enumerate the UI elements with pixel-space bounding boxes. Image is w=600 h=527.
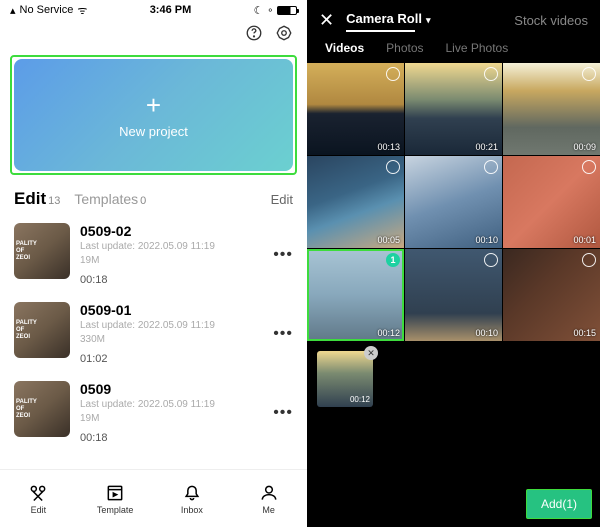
project-size: 19M — [80, 412, 273, 426]
project-item[interactable]: 0509-02 Last update: 2022.05.09 11:19 19… — [0, 215, 307, 294]
help-icon[interactable] — [245, 24, 263, 47]
tab-photos[interactable]: Photos — [386, 41, 423, 55]
nav-inbox[interactable]: Inbox — [154, 470, 231, 527]
media-cell[interactable]: 00:13 — [307, 63, 404, 155]
media-cell[interactable]: 00:05 — [307, 156, 404, 248]
source-dropdown[interactable]: Camera Roll▾ — [346, 11, 430, 30]
carrier-text: No Service — [20, 4, 74, 16]
project-title: 0509 — [80, 381, 273, 397]
plus-icon: + — [146, 92, 161, 118]
project-updated: Last update: 2022.05.09 11:19 — [80, 398, 273, 412]
nav-template[interactable]: Template — [77, 470, 154, 527]
projects-list[interactable]: 0509-02 Last update: 2022.05.09 11:19 19… — [0, 215, 307, 469]
clock: 3:46 PM — [150, 4, 192, 16]
project-thumbnail — [14, 381, 70, 437]
media-cell[interactable]: 100:12 — [307, 249, 404, 341]
media-cell[interactable]: 00:21 — [405, 63, 502, 155]
remove-icon[interactable]: ✕ — [364, 346, 378, 360]
more-icon[interactable]: ••• — [273, 246, 293, 264]
more-icon[interactable]: ••• — [273, 325, 293, 343]
edit-projects-button[interactable]: Edit — [271, 192, 293, 207]
project-item[interactable]: 0509 Last update: 2022.05.09 11:19 19M 0… — [0, 373, 307, 452]
tab-videos[interactable]: Videos — [325, 41, 364, 55]
wifi-icon: ᯤ — [77, 3, 87, 18]
media-cell[interactable]: 00:10 — [405, 249, 502, 341]
project-updated: Last update: 2022.05.09 11:19 — [80, 240, 273, 254]
media-cell[interactable]: 00:15 — [503, 249, 600, 341]
chevron-down-icon: ▾ — [426, 15, 431, 25]
select-ring-icon[interactable] — [484, 253, 498, 267]
media-grid[interactable]: 00:13 00:21 00:09 00:05 00:10 00:01 100:… — [307, 63, 600, 341]
project-thumbnail — [14, 223, 70, 279]
media-cell[interactable]: 00:09 — [503, 63, 600, 155]
nav-edit[interactable]: Edit — [0, 470, 77, 527]
add-button[interactable]: Add(1) — [526, 489, 592, 519]
select-ring-icon[interactable] — [582, 67, 596, 81]
selection-tray: ✕ 00:12 — [307, 341, 600, 417]
projects-tabs: Edit13 Templates0 Edit — [0, 177, 307, 215]
status-bar: ▴ No Serviceᯤ 3:46 PM ☾⚬ — [0, 0, 307, 20]
bluetooth-icon: ⚬ — [266, 5, 274, 16]
select-badge-icon[interactable]: 1 — [386, 253, 400, 267]
tray-duration: 00:12 — [350, 395, 370, 404]
more-icon[interactable]: ••• — [273, 404, 293, 422]
tab-templates[interactable]: Templates0 — [74, 191, 146, 209]
project-updated: Last update: 2022.05.09 11:19 — [80, 319, 273, 333]
tab-edit[interactable]: Edit13 — [14, 189, 60, 209]
media-cell[interactable]: 00:01 — [503, 156, 600, 248]
new-project-highlight: + New project — [10, 55, 297, 175]
new-project-label: New project — [119, 124, 188, 139]
media-cell[interactable]: 00:10 — [405, 156, 502, 248]
project-thumbnail — [14, 302, 70, 358]
project-title: 0509-02 — [80, 223, 273, 239]
project-duration: 01:02 — [80, 353, 273, 365]
project-duration: 00:18 — [80, 274, 273, 286]
select-ring-icon[interactable] — [386, 67, 400, 81]
project-title: 0509-01 — [80, 302, 273, 318]
project-size: 19M — [80, 254, 273, 268]
tray-thumbnail[interactable]: ✕ 00:12 — [317, 351, 373, 407]
bottom-nav: Edit Template Inbox Me — [0, 469, 307, 527]
picker-header: ✕ Camera Roll▾ Stock videos — [307, 0, 600, 41]
select-ring-icon[interactable] — [582, 160, 596, 174]
close-icon[interactable]: ✕ — [319, 10, 334, 31]
select-ring-icon[interactable] — [386, 160, 400, 174]
gear-icon[interactable] — [275, 24, 293, 47]
new-project-button[interactable]: + New project — [14, 59, 293, 171]
tab-live-photos[interactable]: Live Photos — [446, 41, 509, 55]
project-size: 330M — [80, 333, 273, 347]
project-duration: 00:18 — [80, 432, 273, 444]
select-ring-icon[interactable] — [484, 160, 498, 174]
nav-me[interactable]: Me — [230, 470, 307, 527]
stock-videos-tab[interactable]: Stock videos — [514, 13, 588, 28]
battery-icon — [277, 6, 297, 15]
select-ring-icon[interactable] — [582, 253, 596, 267]
signal-icon: ▴ — [10, 4, 16, 17]
media-type-tabs: Videos Photos Live Photos — [307, 41, 600, 63]
project-item[interactable]: 0509-01 Last update: 2022.05.09 11:19 33… — [0, 294, 307, 373]
moon-icon: ☾ — [254, 4, 264, 17]
select-ring-icon[interactable] — [484, 67, 498, 81]
